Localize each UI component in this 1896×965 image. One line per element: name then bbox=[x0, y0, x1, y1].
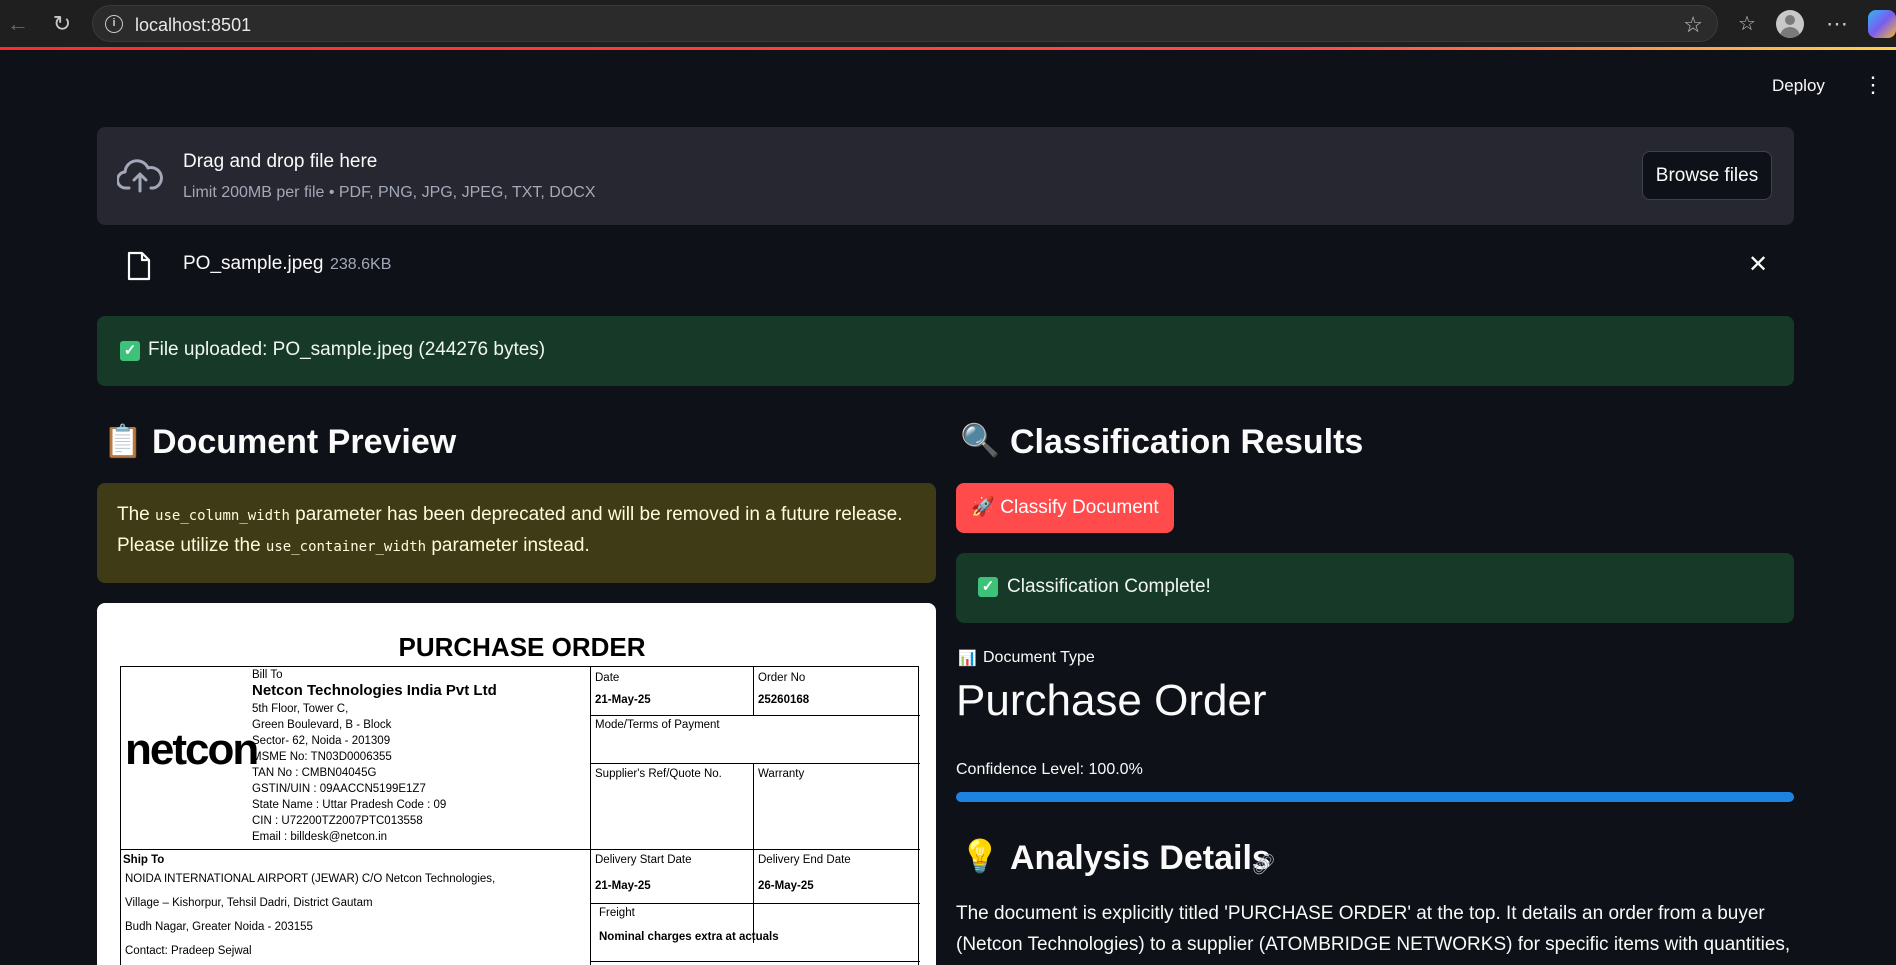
ship-address-line: NOIDA INTERNATIONAL AIRPORT (JEWAR) C/O … bbox=[125, 873, 496, 885]
copilot-icon[interactable] bbox=[1868, 10, 1896, 38]
url-text[interactable]: localhost:8501 bbox=[135, 15, 251, 36]
reload-icon[interactable]: ↻ bbox=[48, 10, 76, 38]
file-dropzone[interactable]: Drag and drop file here Limit 200MB per … bbox=[97, 127, 1794, 225]
upload-success-alert: ✓ File uploaded: PO_sample.jpeg (244276 … bbox=[97, 316, 1794, 386]
address-line: Email : billdesk@netcon.in bbox=[252, 831, 388, 843]
clipboard-icon: 📋 bbox=[103, 423, 143, 459]
warning-line-2: Please utilize the use_container_width p… bbox=[117, 535, 590, 556]
payment-terms-label: Mode/Terms of Payment bbox=[595, 719, 720, 731]
browser-toolbar: ← ↻ i localhost:8501 ☆ ☆ ⋯ bbox=[0, 0, 1896, 48]
ship-address-line: Contact: Pradeep Sejwal bbox=[125, 945, 252, 957]
app-running-indicator bbox=[0, 47, 1896, 50]
address-line: Sector- 62, Noida - 201309 bbox=[252, 735, 391, 747]
check-icon: ✓ bbox=[120, 341, 140, 361]
uploaded-file-size: 238.6KB bbox=[330, 256, 392, 273]
buyer-company: Netcon Technologies India Pvt Ltd bbox=[252, 682, 497, 699]
profile-avatar-icon[interactable] bbox=[1776, 10, 1804, 38]
document-preview-image: PURCHASE ORDER netcon Bill To Netcon Tec… bbox=[97, 603, 936, 965]
classification-results-heading: Classification Results bbox=[1010, 423, 1364, 461]
freight-value: Nominal charges extra at actuals bbox=[599, 931, 779, 943]
confidence-label: Confidence Level: 100.0% bbox=[956, 761, 1143, 778]
freight-label: Freight bbox=[599, 907, 635, 919]
delivery-end-label: Delivery End Date bbox=[758, 854, 851, 866]
address-line: TAN No : CMBN04045G bbox=[252, 767, 377, 779]
file-icon bbox=[127, 251, 151, 281]
ship-address-line: Village – Kishorpur, Tehsil Dadri, Distr… bbox=[125, 897, 373, 909]
confidence-progress-fill bbox=[956, 792, 1794, 802]
document-preview-heading: Document Preview bbox=[152, 423, 457, 461]
magnifier-icon: 🔍 bbox=[960, 422, 1000, 458]
warning-line-1: The use_column_width parameter has been … bbox=[117, 504, 903, 525]
uploaded-file-name: PO_sample.jpeg bbox=[183, 253, 324, 274]
site-info-icon[interactable]: i bbox=[105, 15, 123, 33]
delivery-end-value: 26-May-25 bbox=[758, 880, 814, 892]
delivery-start-label: Delivery Start Date bbox=[595, 854, 692, 866]
date-value: 21-May-25 bbox=[595, 694, 651, 706]
address-line: State Name : Uttar Pradesh Code : 09 bbox=[252, 799, 447, 811]
upload-success-text: File uploaded: PO_sample.jpeg (244276 by… bbox=[148, 339, 546, 360]
ship-to-label: Ship To bbox=[123, 854, 165, 866]
address-line: GSTIN/UIN : 09AACCN5199E1Z7 bbox=[252, 783, 426, 795]
document-type-value: Purchase Order bbox=[956, 676, 1267, 725]
document-type-label: Document Type bbox=[983, 649, 1095, 666]
netcon-logo: netcon bbox=[125, 725, 259, 774]
cloud-upload-icon bbox=[117, 159, 163, 193]
favorites-icon[interactable]: ☆ bbox=[1732, 9, 1762, 39]
order-no-value: 25260168 bbox=[758, 694, 810, 706]
deprecation-warning: The use_column_width parameter has been … bbox=[97, 483, 936, 583]
remove-file-icon[interactable]: ✕ bbox=[1748, 250, 1768, 279]
delivery-start-value: 21-May-25 bbox=[595, 880, 651, 892]
anchor-link-icon[interactable]: 🔗︎ bbox=[1251, 852, 1276, 877]
check-icon: ✓ bbox=[978, 577, 998, 597]
analysis-text-line: (Netcon Technologies) to a supplier (ATO… bbox=[956, 934, 1791, 955]
bill-to-label: Bill To bbox=[252, 669, 283, 681]
lightbulb-icon: 💡 bbox=[960, 838, 1000, 874]
ship-address-line: Budh Nagar, Greater Noida - 203155 bbox=[125, 921, 313, 933]
analysis-text-line: The document is explicitly titled 'PURCH… bbox=[956, 903, 1765, 924]
po-header-table: netcon Bill To Netcon Technologies India… bbox=[120, 666, 920, 965]
address-line: CIN : U72200TZ2007PTC013558 bbox=[252, 815, 423, 827]
dropzone-limits: Limit 200MB per file • PDF, PNG, JPG, JP… bbox=[183, 184, 596, 201]
address-bar[interactable]: i localhost:8501 ☆ bbox=[92, 5, 1718, 42]
dropzone-title: Drag and drop file here bbox=[183, 151, 378, 172]
browse-files-button[interactable]: Browse files bbox=[1642, 151, 1772, 200]
deploy-button[interactable]: Deploy bbox=[1772, 76, 1825, 96]
order-no-label: Order No bbox=[758, 672, 806, 684]
classification-complete-alert: ✓ Classification Complete! bbox=[956, 553, 1794, 623]
main-menu-icon[interactable]: ⋮ bbox=[1862, 72, 1884, 98]
bookmark-star-icon[interactable]: ☆ bbox=[1683, 12, 1703, 38]
address-line: 5th Floor, Tower C, bbox=[252, 703, 349, 715]
address-line: MSME No: TN03D0006355 bbox=[252, 751, 392, 763]
bar-chart-icon: 📊 bbox=[958, 650, 977, 667]
confidence-progress-bar bbox=[956, 792, 1794, 802]
back-arrow-icon[interactable]: ← bbox=[4, 10, 32, 38]
date-label: Date bbox=[595, 672, 620, 684]
address-line: Green Boulevard, B - Block bbox=[252, 719, 392, 731]
browser-menu-icon[interactable]: ⋯ bbox=[1822, 9, 1852, 39]
analysis-details-heading: Analysis Details bbox=[1010, 839, 1271, 877]
classification-complete-text: Classification Complete! bbox=[1007, 576, 1211, 597]
supplier-ref-label: Supplier's Ref/Quote No. bbox=[595, 768, 722, 780]
classify-document-button[interactable]: 🚀 Classify Document bbox=[956, 483, 1174, 533]
po-title: PURCHASE ORDER bbox=[398, 632, 646, 662]
warranty-label: Warranty bbox=[758, 768, 805, 780]
